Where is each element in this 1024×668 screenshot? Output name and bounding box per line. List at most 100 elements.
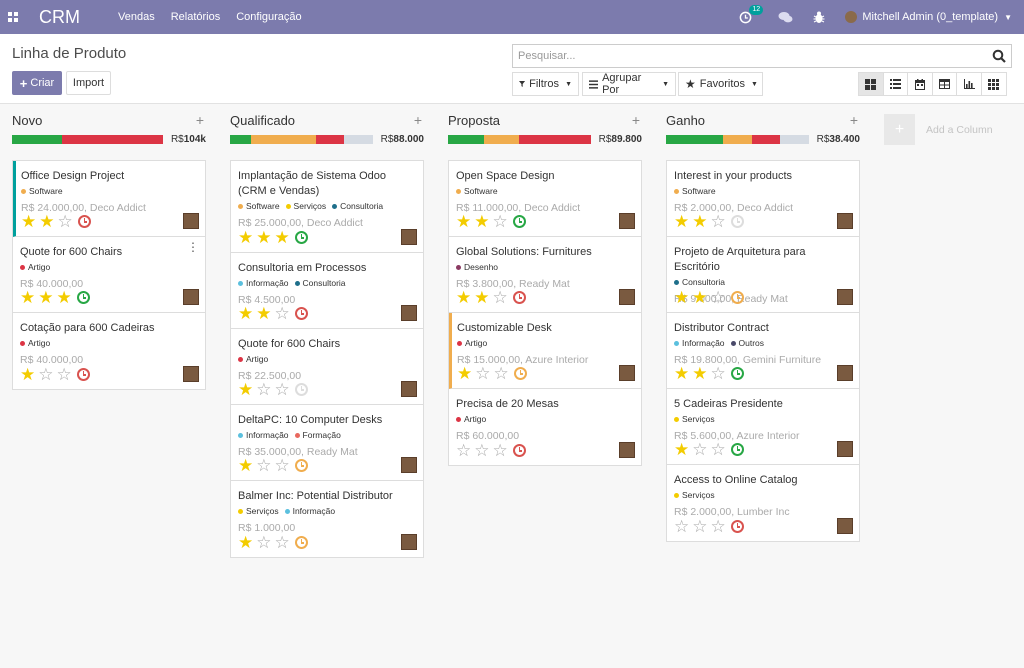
dashboard-grid-view-icon[interactable] — [980, 72, 1007, 96]
progress-segment-green[interactable] — [230, 134, 252, 144]
star-filled-icon[interactable]: ★ — [456, 213, 471, 230]
groupby-button[interactable]: Agrupar Por ▼ — [582, 72, 676, 96]
kanban-card[interactable]: Access to Online Catalog Serviços R$ 2.000… — [667, 465, 859, 541]
star-empty-icon[interactable]: ☆ — [711, 289, 726, 306]
kanban-card[interactable]: Interest in your products Software R$ 2.00… — [667, 161, 859, 237]
progress-bar[interactable] — [12, 134, 163, 144]
kanban-card[interactable]: Distributor Contract Informação Outros R$ 1… — [667, 313, 859, 389]
import-button[interactable]: Import — [66, 71, 111, 95]
star-filled-icon[interactable]: ★ — [474, 213, 489, 230]
kanban-card[interactable]: Quote for 600 Chairs Artigo R$ 40.000,00 ★ ★… — [13, 237, 205, 313]
star-filled-icon[interactable]: ★ — [674, 289, 689, 306]
star-filled-icon[interactable]: ★ — [674, 365, 689, 382]
star-empty-icon[interactable]: ☆ — [711, 213, 726, 230]
star-filled-icon[interactable]: ★ — [238, 457, 253, 474]
star-filled-icon[interactable]: ★ — [692, 213, 707, 230]
star-empty-icon[interactable]: ☆ — [275, 305, 290, 322]
progress-bar[interactable] — [666, 134, 809, 144]
quick-create-plus-icon[interactable]: + — [196, 112, 204, 128]
quick-create-plus-icon[interactable]: + — [850, 112, 858, 128]
star-empty-icon[interactable]: ☆ — [493, 442, 508, 459]
chat-bubbles-icon[interactable] — [778, 11, 793, 24]
star-filled-icon[interactable]: ★ — [256, 229, 271, 246]
app-brand[interactable]: CRM — [39, 7, 80, 28]
star-empty-icon[interactable]: ☆ — [474, 442, 489, 459]
apps-menu-icon[interactable] — [0, 0, 26, 34]
star-empty-icon[interactable]: ☆ — [711, 365, 726, 382]
star-empty-icon[interactable]: ☆ — [711, 518, 726, 535]
kanban-card[interactable]: Customizable Desk Artigo R$ 15.000,00, Azu… — [449, 313, 641, 389]
star-filled-icon[interactable]: ★ — [674, 213, 689, 230]
star-empty-icon[interactable]: ☆ — [256, 457, 271, 474]
star-filled-icon[interactable]: ★ — [692, 365, 707, 382]
column-title[interactable]: Ganho — [666, 113, 705, 128]
add-column[interactable]: + Add a Column — [884, 114, 993, 145]
star-filled-icon[interactable]: ★ — [238, 381, 253, 398]
activity-clock-icon[interactable] — [294, 536, 308, 549]
list-view-icon[interactable] — [882, 72, 909, 96]
column-title[interactable]: Proposta — [448, 113, 500, 128]
progress-segment-red[interactable] — [751, 134, 781, 144]
star-empty-icon[interactable]: ☆ — [494, 365, 509, 382]
star-empty-icon[interactable]: ☆ — [475, 365, 490, 382]
star-filled-icon[interactable]: ★ — [275, 229, 290, 246]
activity-clock-icon[interactable] — [512, 444, 526, 457]
star-empty-icon[interactable]: ☆ — [493, 213, 508, 230]
star-filled-icon[interactable]: ★ — [238, 305, 253, 322]
kanban-card[interactable]: 5 Cadeiras Presidente Serviços R$ 5.600,00… — [667, 389, 859, 465]
activity-clock-icon[interactable] — [76, 291, 90, 304]
star-empty-icon[interactable]: ☆ — [674, 518, 689, 535]
star-empty-icon[interactable]: ☆ — [456, 442, 471, 459]
progress-segment-red[interactable] — [519, 134, 591, 144]
activity-clock-icon[interactable] — [512, 215, 526, 228]
activity-clock-icon[interactable] — [76, 368, 90, 381]
kanban-card[interactable]: Office Design Project Software R$ 24.000,0… — [13, 161, 205, 237]
progress-bar[interactable] — [230, 134, 373, 144]
activity-clock-icon[interactable] — [730, 291, 744, 304]
kanban-card[interactable]: Quote for 600 Chairs Artigo R$ 22.500,00 ★ ☆… — [231, 329, 423, 405]
quick-create-plus-icon[interactable]: + — [414, 112, 422, 128]
kanban-view-icon[interactable] — [858, 72, 884, 96]
activity-clock-icon[interactable] — [730, 443, 744, 456]
star-filled-icon[interactable]: ★ — [238, 534, 253, 551]
menu-configuracao[interactable]: Configuração — [228, 0, 309, 34]
menu-relatorios[interactable]: Relatórios — [163, 0, 229, 34]
graph-view-icon[interactable] — [956, 72, 982, 96]
add-column-plus-icon[interactable]: + — [884, 114, 915, 145]
activity-clock-icon[interactable] — [294, 383, 308, 396]
star-filled-icon[interactable]: ★ — [20, 289, 35, 306]
card-menu-kebab-icon[interactable]: ⋮ — [187, 241, 199, 253]
star-filled-icon[interactable]: ★ — [457, 365, 472, 382]
star-empty-icon[interactable]: ☆ — [711, 441, 726, 458]
activity-clock-icon[interactable] — [512, 291, 526, 304]
bug-debug-icon[interactable] — [813, 11, 825, 24]
favorites-button[interactable]: ★ Favoritos ▼ — [678, 72, 763, 96]
activity-clock-icon[interactable] — [294, 231, 308, 244]
star-filled-icon[interactable]: ★ — [256, 305, 271, 322]
star-filled-icon[interactable]: ★ — [456, 289, 471, 306]
activity-clock-icon[interactable] — [730, 520, 744, 533]
activity-clock-icon[interactable] — [730, 215, 744, 228]
menu-vendas[interactable]: Vendas — [110, 0, 163, 34]
kanban-card[interactable]: Open Space Design Software R$ 11.000,00, D… — [449, 161, 641, 237]
star-filled-icon[interactable]: ★ — [21, 213, 36, 230]
progress-segment-red[interactable] — [315, 134, 345, 144]
search-icon[interactable] — [992, 49, 1006, 66]
activity-clock-icon[interactable] — [294, 307, 308, 320]
star-empty-icon[interactable]: ☆ — [57, 366, 72, 383]
create-button[interactable]: + Criar — [12, 71, 62, 95]
progress-segment-green[interactable] — [12, 134, 62, 144]
progress-segment-orange[interactable] — [251, 134, 316, 144]
kanban-card[interactable]: Balmer Inc: Potential Distributor Serviço… — [231, 481, 423, 557]
kanban-card[interactable]: Cotação para 600 Cadeiras Artigo R$ 40.000… — [13, 313, 205, 389]
kanban-card[interactable]: Precisa de 20 Mesas Artigo R$ 60.000,00 ☆ ☆ ☆ — [449, 389, 641, 465]
star-empty-icon[interactable]: ☆ — [256, 534, 271, 551]
quick-create-plus-icon[interactable]: + — [632, 112, 640, 128]
progress-segment-red[interactable] — [61, 134, 163, 144]
filters-button[interactable]: Filtros ▼ — [512, 72, 579, 96]
column-title[interactable]: Novo — [12, 113, 42, 128]
kanban-card[interactable]: DeltaPC: 10 Computer Desks Informação Form… — [231, 405, 423, 481]
activity-clock-icon[interactable] — [730, 367, 744, 380]
activity-clock-icon[interactable] — [77, 215, 91, 228]
star-filled-icon[interactable]: ★ — [692, 289, 707, 306]
